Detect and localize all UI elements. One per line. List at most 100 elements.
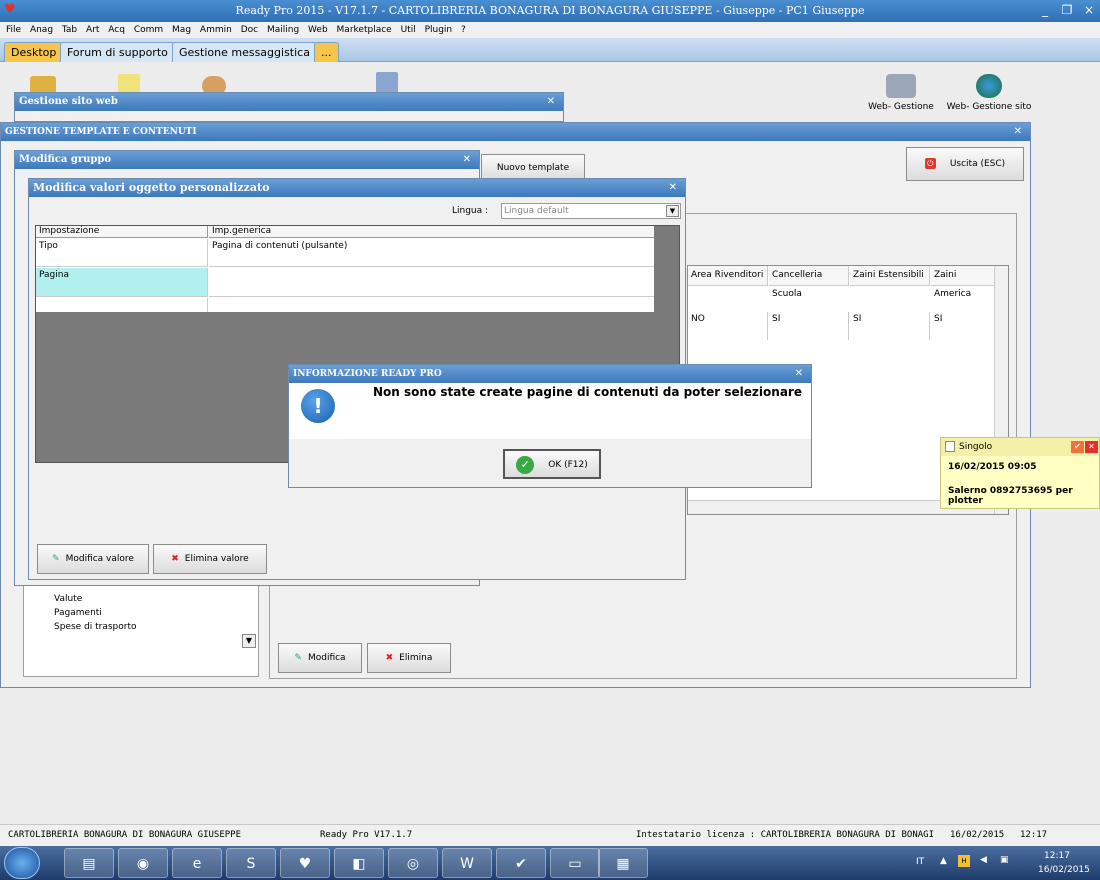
restore-icon[interactable]: ❐ (1056, 2, 1078, 19)
menu-util[interactable]: Util (401, 22, 416, 38)
mr-book-icon[interactable]: ▭ (550, 848, 600, 878)
grid-cell[interactable]: NO (688, 312, 768, 340)
network-tray-icon[interactable]: ▣ (1000, 855, 1009, 865)
ok-label: OK (F12) (548, 460, 588, 470)
grid-header[interactable]: Area Rivenditori (688, 266, 768, 286)
uscita-button[interactable]: ⏻ Uscita (ESC) (906, 147, 1024, 181)
menu-plugin[interactable]: Plugin (425, 22, 453, 38)
chrome-icon[interactable]: ◉ (118, 848, 168, 878)
ok-button[interactable]: ✓ OK (F12) (503, 449, 601, 479)
camera-icon[interactable]: ◎ (388, 848, 438, 878)
close-icon[interactable]: ✕ (669, 179, 677, 197)
tab-forum[interactable]: Forum di supporto (60, 42, 175, 62)
close-icon[interactable]: × (1078, 2, 1100, 19)
explorer-icon[interactable]: ▤ (64, 848, 114, 878)
gestione-sito-title: Gestione sito web (19, 96, 118, 107)
setting-value-empty[interactable] (209, 268, 654, 297)
menu-anag[interactable]: Anag (30, 22, 53, 38)
setting-key-selected[interactable]: Pagina (36, 268, 208, 297)
app-check-icon[interactable]: ✔ (496, 848, 546, 878)
edit-icon: ✎ (52, 554, 60, 564)
tab-messaggistica[interactable]: Gestione messaggistica (172, 42, 317, 62)
info-dialog: INFORMAZIONE READY PRO ✕ ! Non sono stat… (288, 364, 812, 488)
grid-cell[interactable]: SI (769, 312, 849, 340)
gestione-template-title-bar: GESTIONE TEMPLATE E CONTENUTI ✕ (1, 123, 1030, 141)
language-indicator[interactable]: IT (916, 857, 924, 867)
tray-app-icon[interactable]: H (958, 855, 970, 867)
grid-cell[interactable]: SI (931, 312, 995, 340)
status-date: 16/02/2015 (950, 830, 1005, 840)
menu-web[interactable]: Web (308, 22, 328, 38)
menu-doc[interactable]: Doc (241, 22, 258, 38)
internet-explorer-icon[interactable]: e (172, 848, 222, 878)
taskbar-clock-date[interactable]: 16/02/2015 (1038, 865, 1090, 875)
scroll-down-icon[interactable]: ▼ (242, 634, 256, 648)
menu-help[interactable]: ? (461, 22, 466, 38)
ready-pro-icon[interactable]: ♥ (280, 848, 330, 878)
tab-more[interactable]: ... (314, 42, 339, 62)
column-header[interactable]: Imp.generica (209, 226, 654, 238)
globe-icon (976, 74, 1002, 98)
info-dialog-title: INFORMAZIONE READY PRO (293, 369, 442, 379)
gestione-template-title: GESTIONE TEMPLATE E CONTENUTI (5, 127, 197, 137)
volume-icon[interactable]: ◀ (980, 855, 987, 865)
close-icon[interactable]: ✕ (1014, 123, 1022, 141)
skype-icon[interactable]: S (226, 848, 276, 878)
column-header[interactable]: Impostazione (36, 226, 208, 238)
word-icon[interactable]: W (442, 848, 492, 878)
setting-key-empty[interactable] (36, 298, 208, 312)
tab-desktop[interactable]: Desktop (4, 42, 64, 62)
minimize-icon[interactable]: _ (1034, 2, 1056, 19)
note-date: 16/02/2015 09:05 (948, 462, 1037, 472)
grid-cell[interactable]: SI (850, 312, 930, 340)
elimina-button[interactable]: ✖ Elimina (367, 643, 451, 673)
tray-expand-icon[interactable]: ▲ (940, 856, 947, 866)
status-company: CARTOLIBRERIA BONAGURA DI BONAGURA GIUSE… (8, 830, 241, 840)
collapse-icon[interactable]: ✔ (1071, 441, 1084, 453)
close-icon[interactable]: ✕ (463, 151, 471, 169)
exit-icon: ⏻ (924, 158, 936, 169)
menu-acq[interactable]: Acq (108, 22, 125, 38)
elimina-valore-label: Elimina valore (184, 554, 249, 564)
menu-bar: File Anag Tab Art Acq Comm Mag Ammin Doc… (0, 22, 1100, 38)
sticky-note[interactable]: Singolo ✔ ✕ 16/02/2015 09:05 Salerno 089… (940, 437, 1100, 509)
elimina-valore-button[interactable]: ✖ Elimina valore (153, 544, 267, 574)
status-version: Ready Pro V17.1.7 (320, 830, 413, 840)
tree-item[interactable]: Pagamenti (54, 608, 102, 618)
gestione-sito-title-bar: Gestione sito web ✕ (15, 93, 563, 111)
tree-item[interactable]: Spese di trasporto (54, 622, 137, 632)
cart-icon (886, 74, 916, 98)
modifica-valori-title-bar: Modifica valori oggetto personalizzato ✕ (29, 179, 685, 197)
grid-header[interactable]: Zaini America (931, 266, 995, 299)
grid-header[interactable]: Zaini Estensibili (850, 266, 930, 286)
app-title: Ready Pro 2015 - V17.1.7 - CARTOLIBRERIA… (235, 4, 865, 17)
menu-mag[interactable]: Mag (172, 22, 191, 38)
edit-icon: ✎ (294, 653, 302, 663)
close-icon[interactable]: ✕ (547, 93, 555, 111)
setting-key[interactable]: Tipo (36, 239, 208, 267)
network-icon[interactable]: ◧ (334, 848, 384, 878)
taskbar-clock-time[interactable]: 12:17 (1044, 851, 1070, 861)
menu-file[interactable]: File (6, 22, 21, 38)
start-button-icon[interactable] (4, 847, 40, 879)
web-gestione-shortcut[interactable]: Web- Gestione (856, 74, 946, 112)
web-gestione-label: Web- Gestione (868, 102, 934, 112)
close-icon[interactable]: ✕ (795, 365, 803, 383)
chevron-down-icon: ▼ (666, 205, 679, 217)
close-icon[interactable]: ✕ (1085, 441, 1098, 453)
menu-mailing[interactable]: Mailing (267, 22, 299, 38)
folder-icon[interactable]: ▦ (598, 848, 648, 878)
web-sito-shortcut[interactable]: Web- Gestione sito (944, 74, 1034, 112)
menu-art[interactable]: Art (86, 22, 99, 38)
setting-value[interactable]: Pagina di contenuti (pulsante) (209, 239, 654, 267)
grid-header[interactable]: Cancelleria Scuola (769, 266, 849, 299)
modifica-valore-button[interactable]: ✎ Modifica valore (37, 544, 149, 574)
uscita-label: Uscita (ESC) (949, 159, 1006, 169)
menu-comm[interactable]: Comm (134, 22, 163, 38)
lingua-select[interactable]: Lingua default ▼ (501, 203, 681, 219)
menu-marketplace[interactable]: Marketplace (337, 22, 392, 38)
modifica-button[interactable]: ✎ Modifica (278, 643, 362, 673)
tree-item[interactable]: Valute (54, 594, 82, 604)
menu-tab[interactable]: Tab (62, 22, 77, 38)
menu-ammin[interactable]: Ammin (200, 22, 232, 38)
